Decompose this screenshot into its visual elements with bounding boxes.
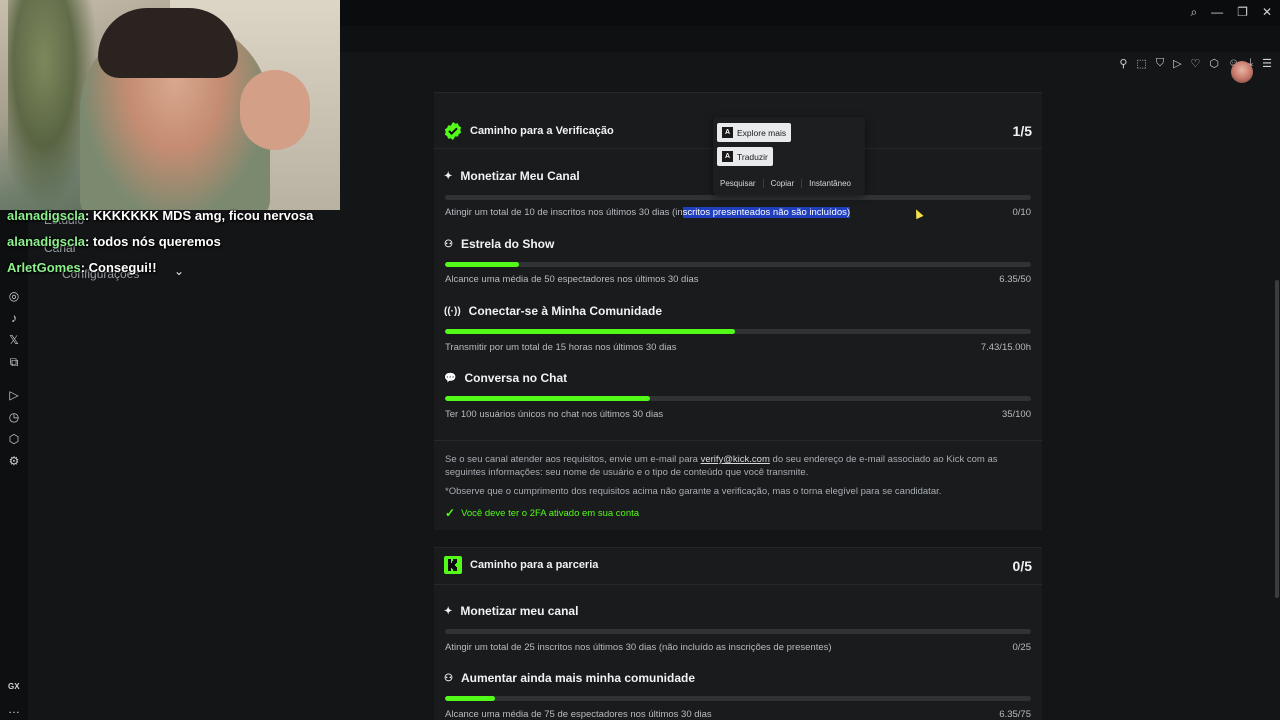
- verification-title: Caminho para a Verificação: [470, 125, 614, 137]
- progress-bar: [445, 262, 1031, 267]
- verification-disclaimer: *Observe que o cumprimento dos requisito…: [445, 486, 942, 497]
- requirement-title: ((·)) Conectar-se à Minha Comunidade: [444, 304, 663, 318]
- requirement-description: Atingir um total de 10 de inscritos nos …: [445, 207, 851, 218]
- partnership-title: Caminho para a parceria: [470, 559, 599, 571]
- aria-icon: A: [722, 127, 733, 138]
- window-controls: ⌕ — ❐ ✕: [1190, 5, 1272, 20]
- requirement-title: ⚇ Aumentar ainda mais minha comunidade: [444, 671, 696, 685]
- selected-text[interactable]: scritos presenteados não são incluídos): [682, 207, 851, 218]
- requirement-description: Atingir um total de 25 inscritos nos últ…: [445, 642, 832, 653]
- requirement-value: 6.35/50: [999, 274, 1031, 285]
- extensions-icon[interactable]: ⬡: [6, 431, 22, 447]
- heart-icon[interactable]: ♡: [1191, 57, 1201, 70]
- tiktok-icon[interactable]: ♪: [6, 310, 22, 326]
- verification-header: Caminho para a Verificação: [444, 122, 614, 140]
- requirement-title: 💬 Conversa no Chat: [444, 371, 568, 385]
- broadcast-icon: ((·)): [444, 305, 461, 317]
- progress-bar: [445, 329, 1031, 334]
- browser-toolbar: ⚲ ⬚ ⛉ ▷ ♡ ⬡ ☺ ⤓ ☰: [340, 26, 1280, 70]
- play-icon[interactable]: ▷: [6, 387, 22, 403]
- gx-label: GX: [8, 682, 20, 691]
- menu-icon[interactable]: ☰: [1262, 57, 1272, 70]
- minimize-icon[interactable]: —: [1211, 5, 1223, 20]
- requirement-value: 0/25: [1012, 642, 1032, 653]
- instant-button[interactable]: Instantâneo: [802, 179, 858, 188]
- requirement-title: ✦ Monetizar Meu Canal: [444, 169, 580, 183]
- verification-progress: 1/5: [1012, 123, 1032, 139]
- twofa-requirement: ✓ Você deve ter o 2FA ativado em sua con…: [445, 506, 640, 520]
- shield-icon[interactable]: ⛉: [1156, 57, 1164, 70]
- requirement-description: Transmitir por um total de 15 horas nos …: [445, 342, 677, 353]
- translate-button[interactable]: A Traduzir: [717, 147, 773, 166]
- aria-icon: A: [722, 151, 733, 162]
- requirement-value: 0/10: [1012, 207, 1032, 218]
- requirement-value: 7.43/15.00h: [980, 342, 1031, 353]
- text-selection-popup: A Explore mais A Traduzir Pesquisar Copiar…: [713, 117, 865, 195]
- verify-email-link[interactable]: verify@kick.com: [701, 454, 770, 465]
- progress-bar: [445, 195, 1031, 200]
- avatar[interactable]: [1231, 61, 1253, 83]
- sidebar: ◎ ♪ 𝕏 ⧉ ▷ ◷ ⬡ ⚙ …: [0, 210, 28, 720]
- sparkle-icon: ✦: [444, 605, 453, 617]
- chat-bubble-icon: 💬: [444, 372, 457, 384]
- requirement-value: 35/100: [1001, 409, 1031, 420]
- requirement-title: ⚇ Estrela do Show: [444, 237, 555, 251]
- kick-logo-icon: [444, 556, 462, 574]
- sparkle-icon: ✦: [444, 170, 453, 182]
- play-icon[interactable]: ▷: [1173, 57, 1181, 70]
- chat-message: alanadigscla: todos nós queremos: [7, 234, 221, 249]
- users-icon: ⚇: [444, 672, 453, 684]
- scrollbar-thumb[interactable]: [1275, 280, 1279, 598]
- partnership-progress: 0/5: [1012, 558, 1032, 574]
- requirement-value: 6.35/75: [999, 709, 1031, 720]
- more-icon[interactable]: …: [6, 701, 22, 717]
- instagram-icon[interactable]: ◎: [6, 288, 22, 304]
- gear-icon[interactable]: ⚙: [6, 453, 22, 469]
- clock-icon[interactable]: ◷: [6, 409, 22, 425]
- webcam-overlay: [0, 0, 340, 210]
- pin-icon[interactable]: ⚲: [1119, 57, 1127, 70]
- restore-icon[interactable]: ❐: [1237, 5, 1248, 20]
- requirement-description: Ter 100 usuários únicos no chat nos últi…: [445, 409, 664, 420]
- extensions-icon[interactable]: ⬡: [1209, 57, 1219, 70]
- progress-bar: [445, 696, 1031, 701]
- explore-more-button[interactable]: A Explore mais: [717, 123, 792, 142]
- progress-bar: [445, 629, 1031, 634]
- check-icon: ✓: [445, 506, 456, 520]
- page-scrollbar[interactable]: [1274, 52, 1280, 720]
- requirement-title: ✦ Monetizar meu canal: [444, 604, 579, 618]
- partnership-header: Caminho para a parceria: [444, 556, 598, 574]
- close-icon[interactable]: ✕: [1262, 5, 1272, 20]
- chevron-down-icon[interactable]: ⌄: [174, 264, 184, 278]
- chat-message: ArletGomes: Consegui!!: [7, 260, 157, 275]
- requirement-description: Alcance uma média de 75 de espectadores …: [445, 709, 712, 720]
- popup-actions: Pesquisar Copiar Instantâneo: [713, 179, 865, 188]
- verification-instructions: Se o seu canal atender aos requisitos, e…: [445, 454, 998, 478]
- chat-message: alanadigscla: KKKKKKK MDS amg, ficou ner…: [7, 208, 314, 223]
- search-button[interactable]: Pesquisar: [713, 179, 764, 188]
- snapshot-icon[interactable]: ⬚: [1136, 57, 1146, 70]
- x-icon[interactable]: 𝕏: [6, 332, 22, 348]
- translate-icon[interactable]: ⧉: [6, 354, 22, 370]
- progress-bar: [445, 396, 1031, 401]
- search-icon[interactable]: ⌕: [1190, 5, 1197, 20]
- requirement-description: Alcance uma média de 50 espectadores nos…: [445, 274, 699, 285]
- verified-badge-icon: [444, 122, 462, 140]
- copy-button[interactable]: Copiar: [764, 179, 803, 188]
- users-icon: ⚇: [444, 238, 453, 250]
